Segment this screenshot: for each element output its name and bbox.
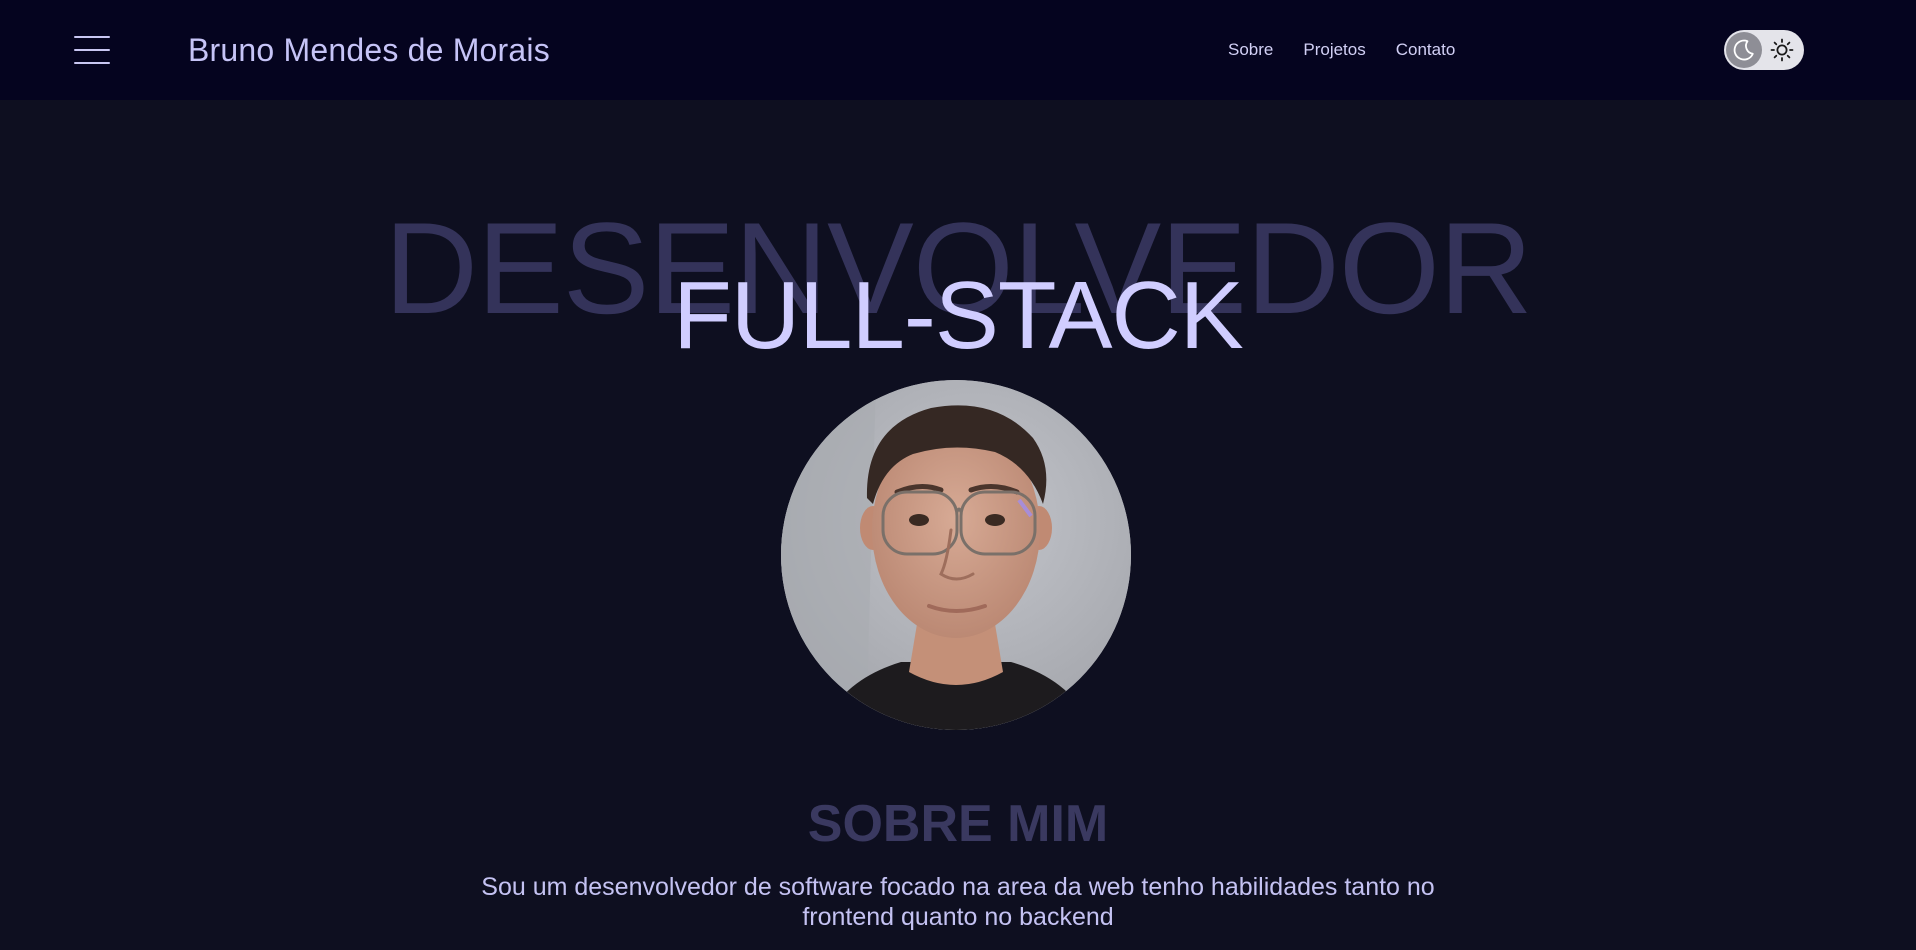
hamburger-menu-icon[interactable]: [74, 36, 110, 64]
about-title: SOBRE MIM: [807, 795, 1109, 853]
moon-icon: [1733, 39, 1754, 61]
profile-photo-illustration: [781, 380, 1131, 730]
brand-name[interactable]: Bruno Mendes de Morais: [188, 30, 550, 70]
sun-icon: [1770, 38, 1794, 62]
toggle-knob: [1726, 32, 1762, 68]
about-description: Sou um desenvolvedor de software focado …: [481, 873, 1435, 931]
menu-bar-middle: [74, 49, 110, 51]
nav-link-projetos[interactable]: Projetos: [1303, 38, 1365, 62]
theme-toggle[interactable]: [1724, 30, 1804, 70]
menu-bar-bottom: [74, 62, 110, 64]
hero-headline: FULL-STACK: [673, 262, 1244, 369]
profile-photo: [781, 380, 1131, 730]
menu-bar-top: [74, 36, 110, 38]
nav-link-sobre[interactable]: Sobre: [1228, 38, 1273, 62]
main-nav: Sobre Projetos Contato: [1228, 38, 1455, 62]
navbar: Bruno Mendes de Morais Sobre Projetos Co…: [0, 0, 1916, 100]
nav-link-contato[interactable]: Contato: [1396, 38, 1456, 62]
